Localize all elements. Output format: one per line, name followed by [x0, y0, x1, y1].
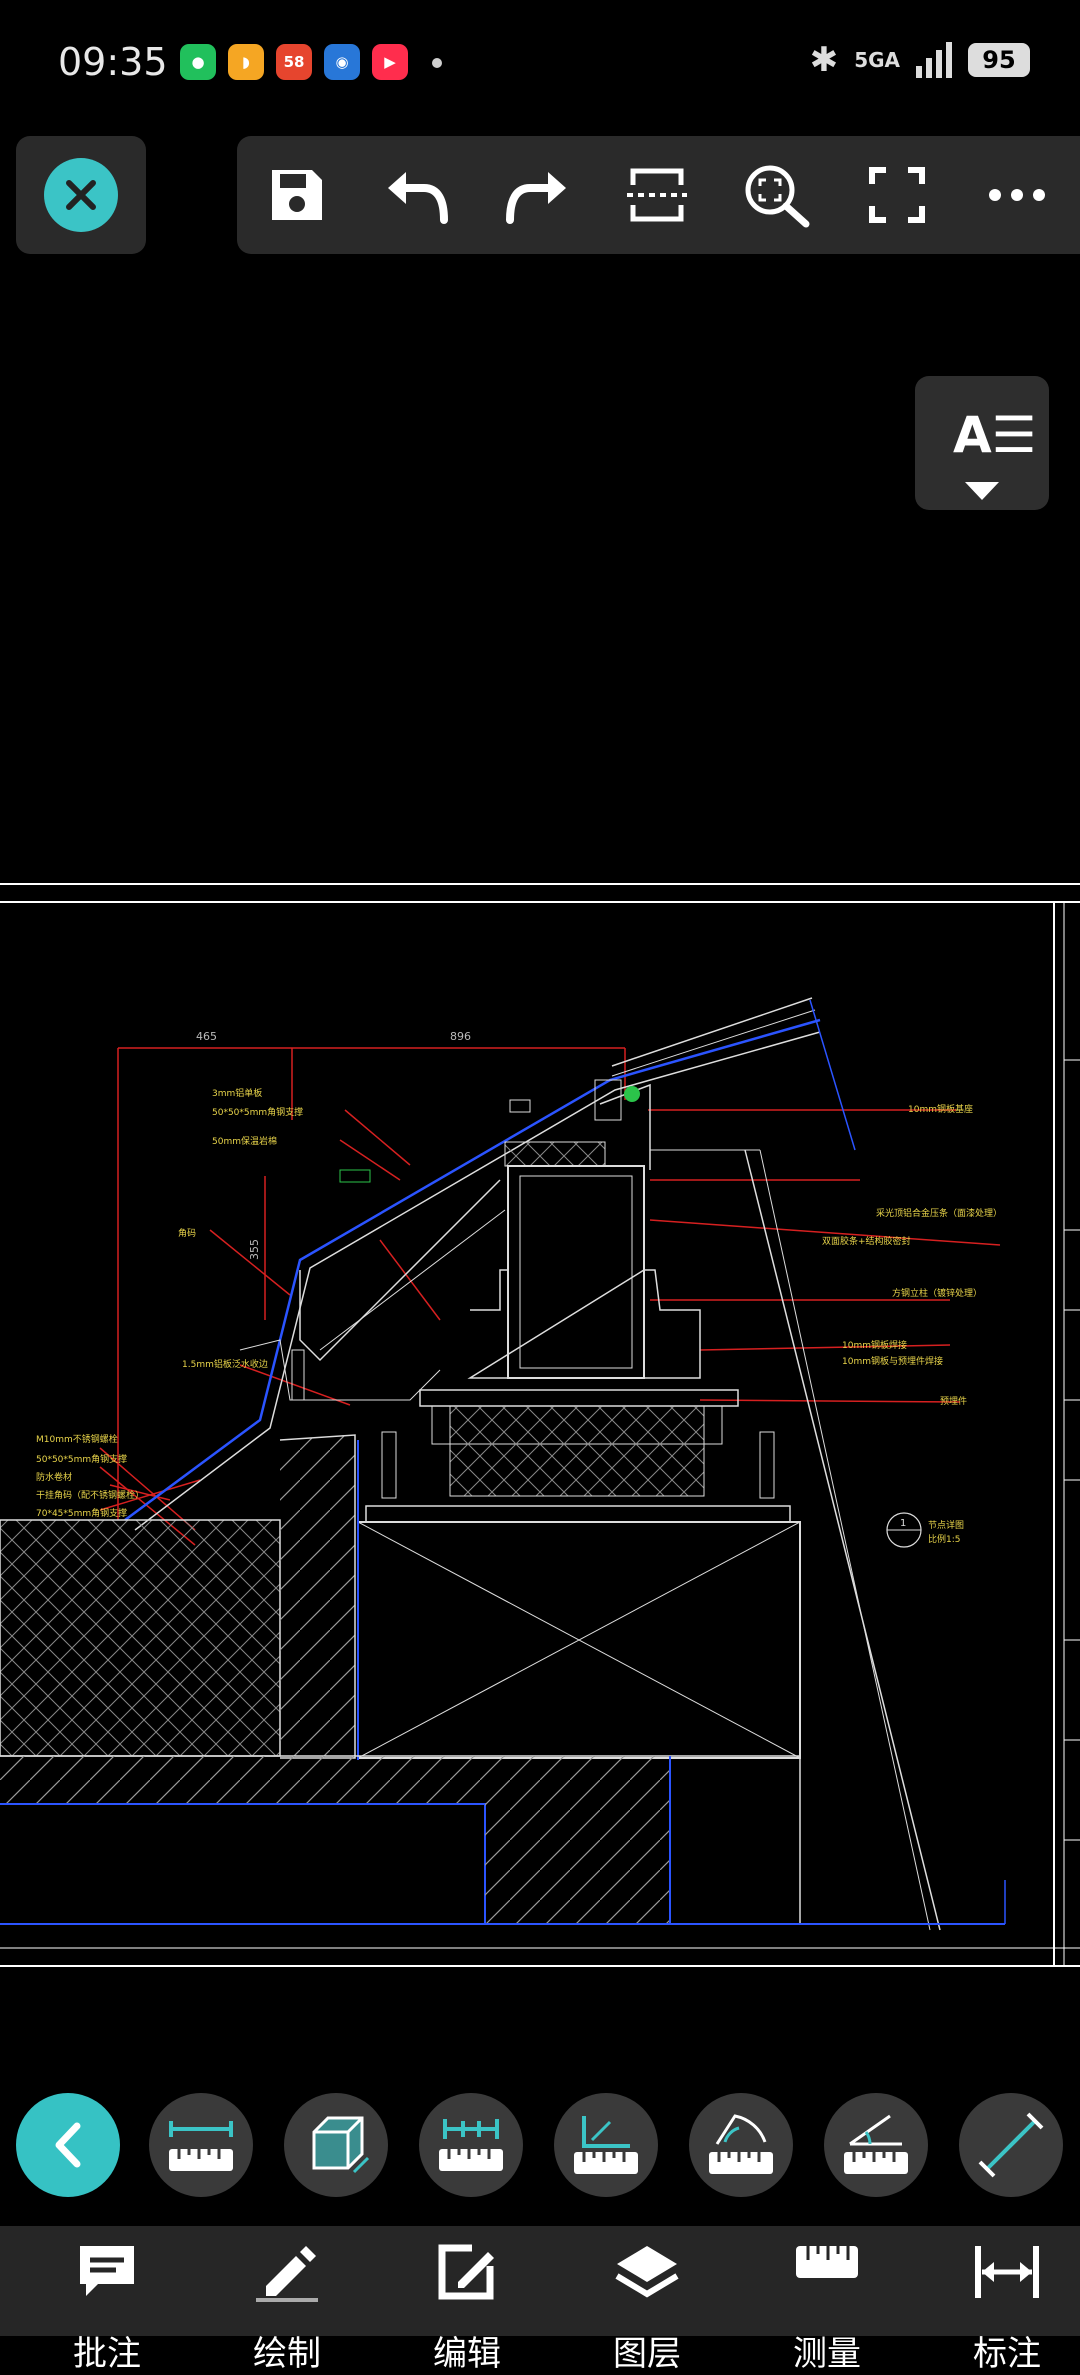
top-toolbar: [237, 136, 1080, 254]
diagonal-measure-icon: [978, 2112, 1044, 2178]
more-button[interactable]: [957, 136, 1077, 254]
tab-label: 绘制: [253, 2334, 321, 2374]
zoom-extents-button[interactable]: [717, 136, 837, 254]
area-volume-icon: [312, 2116, 370, 2174]
aligned-dimension-button[interactable]: [419, 2093, 523, 2197]
bluetooth-icon: ✱: [809, 40, 839, 80]
label-corner-bracket: 角码: [178, 1227, 196, 1239]
label-scale: 比例1:5: [928, 1533, 961, 1545]
linear-dimension-icon: [169, 2121, 233, 2171]
measure-toolbar: [0, 2088, 1080, 2198]
dimension-465: 465: [196, 1030, 217, 1043]
diagonal-measure-button[interactable]: [959, 2093, 1063, 2197]
redo-icon: [506, 172, 566, 224]
linear-dimension-button[interactable]: [149, 2093, 253, 2197]
label-bolt: M10mm不锈钢螺栓: [36, 1433, 118, 1445]
dimension-icon: [975, 2246, 1039, 2298]
close-button[interactable]: [44, 158, 118, 232]
battery-icon: 95: [968, 43, 1030, 77]
fullscreen-icon: [869, 167, 925, 223]
undo-icon: [388, 172, 448, 224]
status-bar: 09:35 ● ◗ 58 ◉ ▶ ✱ 5GA 95: [0, 0, 1080, 120]
signal-icon: [916, 42, 952, 78]
back-icon: [55, 2122, 81, 2168]
label-embed-weld: 10mm钢板与预埋件焊接: [842, 1355, 943, 1367]
area-volume-button[interactable]: [284, 2093, 388, 2197]
close-panel: [16, 136, 146, 254]
notification-icons: ● ◗ 58 ◉ ▶: [180, 44, 408, 80]
save-icon: [272, 170, 322, 220]
pencil-icon: [256, 2246, 318, 2302]
back-button[interactable]: [16, 2093, 120, 2197]
ruler-icon: [796, 2246, 858, 2278]
wechat-icon: ●: [180, 44, 216, 80]
tab-label: 图层: [613, 2334, 681, 2374]
zoom-extents-icon: [745, 165, 810, 228]
arc-length-icon: [709, 2114, 773, 2174]
label-hanging-bracket: 干挂角码（配不锈钢螺栓）: [36, 1489, 144, 1501]
label-steel-column: 方钢立柱（镀锌处理）: [892, 1287, 982, 1299]
dimension-896: 896: [450, 1030, 471, 1043]
label-steel-base: 10mm钢板基座: [908, 1103, 973, 1115]
comment-icon: [80, 2246, 134, 2296]
close-icon: [66, 180, 96, 210]
label-skylight-strip: 采光顶铝合金压条（面漆处理）: [876, 1207, 1002, 1219]
coordinate-icon: [574, 2116, 638, 2174]
tab-label: 编辑: [433, 2334, 501, 2374]
didi-icon: ◗: [228, 44, 264, 80]
tab-label: 批注: [73, 2334, 141, 2374]
detail-mark: 1: [900, 1518, 906, 1529]
chevron-down-icon: [965, 482, 999, 500]
cad-drawing-canvas[interactable]: 465 896 355 1 3mm铝单板 50*50*5mm角钢支撑 50mm保…: [0, 880, 1080, 1980]
label-sealant: 双面胶条+结构胶密封: [822, 1235, 911, 1247]
edit-icon: [438, 2244, 494, 2300]
coordinate-button[interactable]: [554, 2093, 658, 2197]
aligned-dimension-icon: [439, 2119, 503, 2171]
bottom-tab-bar: 批注 绘制 编辑 图层 测量 标注: [0, 2226, 1080, 2374]
undo-button[interactable]: [357, 136, 477, 254]
dimension-355: 355: [248, 1239, 261, 1260]
label-flashing: 1.5mm铝板泛水收边: [182, 1358, 268, 1370]
network-type: 5GA: [854, 48, 900, 72]
tab-label: 标注: [973, 2334, 1041, 2374]
redo-button[interactable]: [477, 136, 597, 254]
label-3mm-panel: 3mm铝单板: [212, 1087, 262, 1099]
arc-length-button[interactable]: [689, 2093, 793, 2197]
label-angle-steel-3: 70*45*5mm角钢支撑: [36, 1507, 127, 1519]
label-angle-steel-1: 50*50*5mm角钢支撑: [212, 1106, 303, 1118]
angle-icon: [844, 2114, 908, 2174]
label-steel-weld: 10mm钢板焊接: [842, 1339, 907, 1351]
label-waterproof: 防水卷材: [36, 1471, 72, 1483]
label-insulation: 50mm保温岩棉: [212, 1135, 277, 1147]
more-notifications-icon: [432, 58, 442, 68]
fullscreen-button[interactable]: [837, 136, 957, 254]
label-angle-steel-2: 50*50*5mm角钢支撑: [36, 1453, 127, 1465]
split-view-icon: [627, 168, 687, 222]
save-button[interactable]: [237, 136, 357, 254]
split-view-button[interactable]: [597, 136, 717, 254]
tab-label: 测量: [793, 2334, 861, 2374]
58-icon: 58: [276, 44, 312, 80]
ctrip-icon: ◉: [324, 44, 360, 80]
video-icon: ▶: [372, 44, 408, 80]
layers-icon: [615, 2246, 679, 2298]
clock: 09:35: [58, 40, 168, 84]
label-embedded-part: 预埋件: [940, 1395, 967, 1407]
text-style-button[interactable]: A☰: [915, 376, 1049, 510]
angle-button[interactable]: [824, 2093, 928, 2197]
text-style-icon: A☰: [953, 406, 1037, 464]
more-icon: [989, 189, 1045, 201]
label-detail-title: 节点详图: [928, 1519, 964, 1531]
